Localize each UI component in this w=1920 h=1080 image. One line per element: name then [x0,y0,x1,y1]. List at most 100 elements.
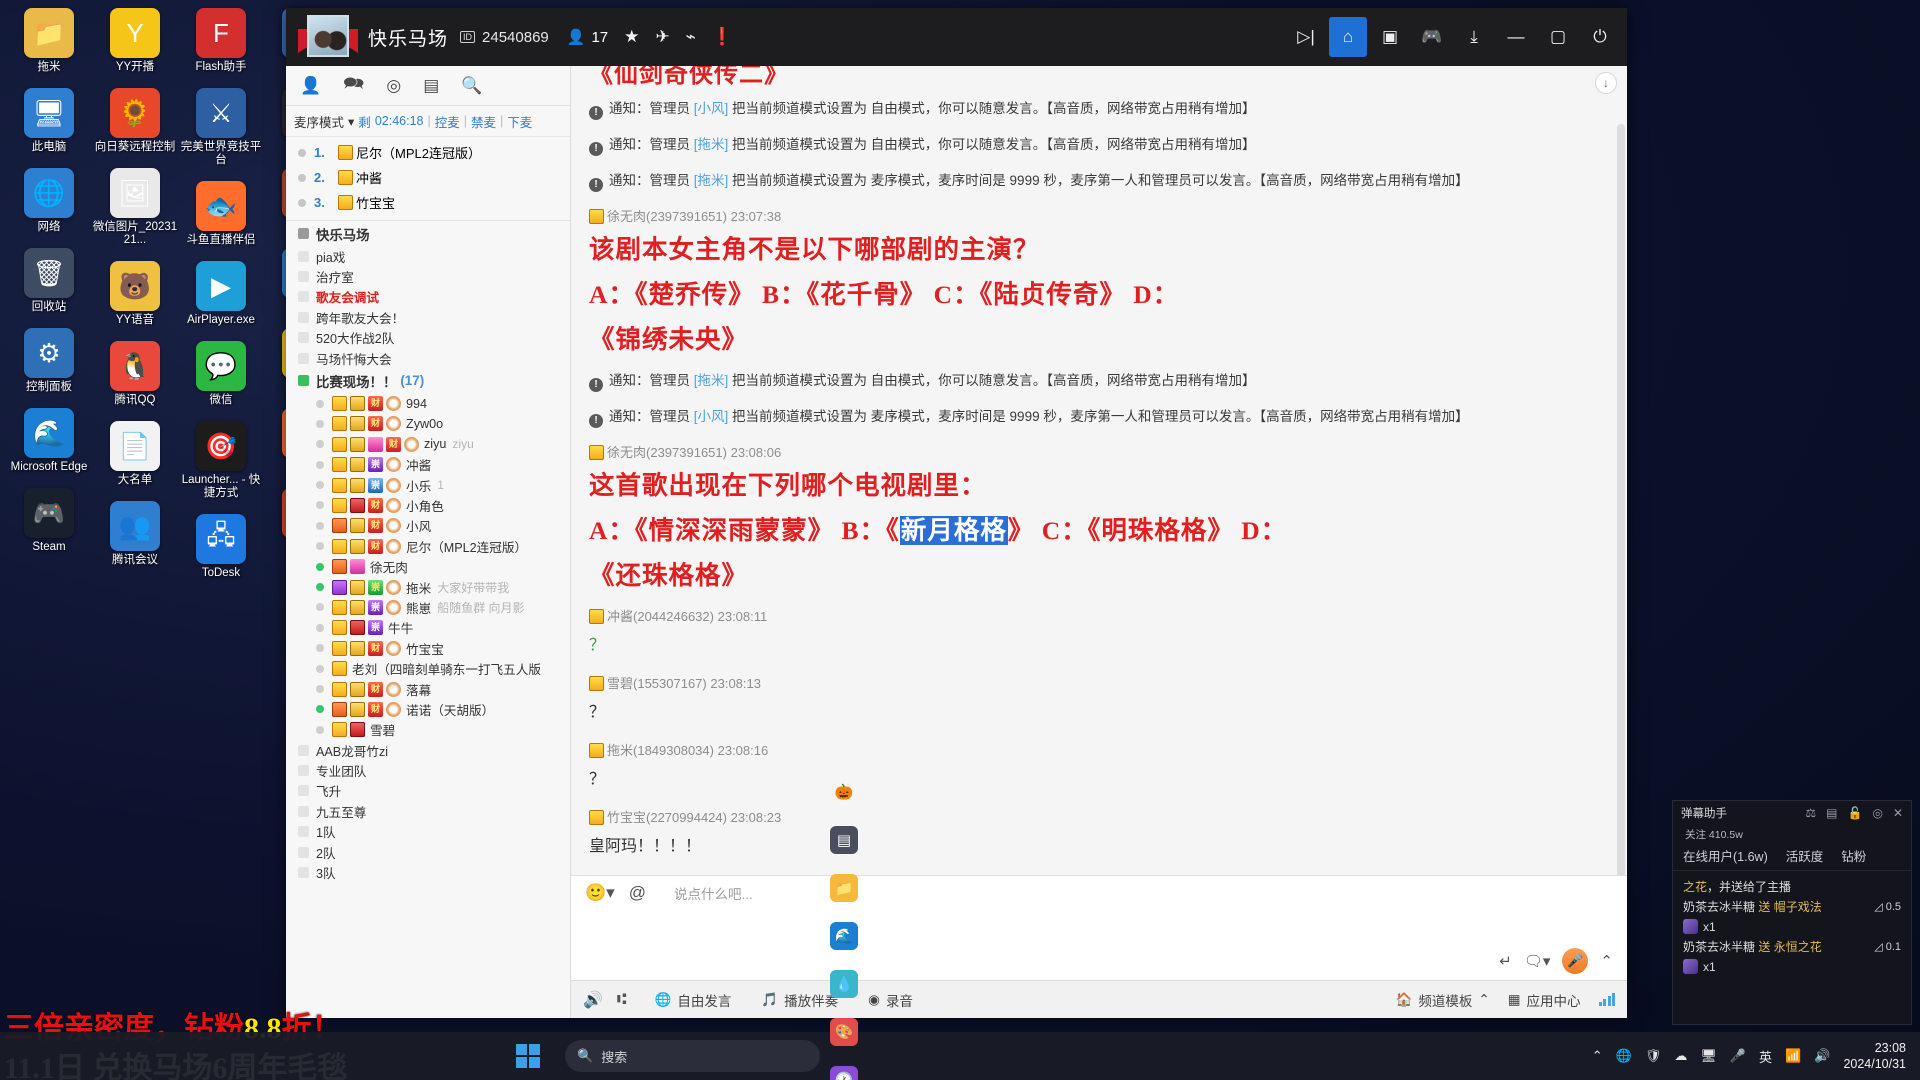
chat-bubble-icon[interactable]: 🗨▾ [1524,952,1551,970]
file-explorer-icon[interactable]: 📁 [820,864,868,912]
notice-nickname[interactable]: [拖米] [694,373,729,388]
member-item[interactable]: 崇 小乐 1 [286,475,570,495]
alert-icon[interactable]: ❗ [712,27,733,47]
member-item[interactable]: 徐无肉 [286,556,570,576]
channel-item[interactable]: 专业团队 [286,760,570,780]
desktop-icon[interactable]: 👥 腾讯会议 [92,501,178,567]
desktop-icon[interactable]: ⚙ 控制面板 [6,328,92,394]
channel-item[interactable]: pia戏 [286,246,570,266]
scroll-to-bottom-button[interactable]: ↓ [1595,72,1617,94]
member-item[interactable]: 财 尼尔（MPL2连冠版） [286,536,570,556]
channel-template-button[interactable]: 🏠 频道模板 ⌃ [1396,990,1490,1010]
monitor-icon[interactable]: 🖥 [1700,1048,1717,1064]
chat-icon[interactable]: 🗪 [343,71,364,100]
desktop-icon[interactable]: ▶ AirPlayer.exe [178,261,264,327]
notice-nickname[interactable]: [小风] [694,409,729,424]
member-item[interactable]: 财 诺诺（天胡版） [286,699,570,719]
home-icon[interactable]: ⌂ [1329,17,1367,57]
desktop-icon[interactable]: 💬 微信 [178,341,264,407]
chevron-up-icon[interactable]: ⌃ [1592,1048,1603,1064]
tab-diamond-fans[interactable]: 钻粉 [1841,846,1866,865]
filter-icon[interactable]: ⚖ [1805,806,1816,820]
star-icon[interactable]: ★ [624,27,639,47]
mic-mode-label[interactable]: 麦序模式 [294,112,344,131]
desktop-icon[interactable]: 🎮 Steam [6,488,92,554]
desktop-icon[interactable]: 📄 大名单 [92,421,178,487]
selected-text[interactable]: 新月格格 [899,516,1008,545]
member-item[interactable]: 财 竹宝宝 [286,638,570,658]
desktop-icon[interactable]: 🖧 ToDesk [178,514,264,580]
desktop-icon[interactable]: Y YY开播 [92,8,178,74]
member-item[interactable]: 崇 冲酱 [286,455,570,475]
clock-icon[interactable]: 🕐 [820,1056,868,1080]
member-item[interactable]: 财 ziyu ziyu [286,434,570,454]
desktop-icon[interactable]: 🖼 微信图片_2023121... [92,168,178,247]
desktop-icon[interactable]: 🌻 向日葵远程控制 [92,88,178,154]
settings-icon[interactable]: ◎ [1872,806,1882,820]
list-icon[interactable]: ▤ [423,76,439,96]
mic-control-button[interactable]: 控麦 [435,112,460,131]
desktop-icon[interactable]: 🗑 回收站 [6,248,92,314]
channel-item[interactable]: 飞升 [286,781,570,801]
channel-item[interactable]: 2队 [286,842,570,862]
volume-icon[interactable]: 🔊 [583,990,603,1010]
chevron-up-icon[interactable]: ⌃ [1600,952,1613,970]
member-item[interactable]: 崇牛牛 [286,618,570,638]
windows-icon[interactable] [505,1032,551,1080]
member-item[interactable]: 财 小角色 [286,495,570,515]
game-icon[interactable]: 🎮 [1413,17,1451,57]
at-icon[interactable]: @ [629,883,646,903]
channel-item[interactable]: 3队 [286,862,570,882]
channel-item[interactable]: AAB龙哥竹zi [286,740,570,760]
gift-sender[interactable]: 奶茶去冰半糖 [1683,940,1755,954]
notice-nickname[interactable]: [小风] [694,101,729,116]
member-item[interactable]: 崇 熊崽 船随鱼群 向月影 [286,597,570,617]
message-author[interactable]: 徐无肉 [607,209,646,224]
member-item[interactable]: 老刘（四暗刻单骑东一打飞五人版 [286,658,570,678]
download-icon[interactable]: ⤓ [1455,17,1493,57]
maximize-button[interactable]: ▢ [1539,17,1577,57]
desktop-icon[interactable]: ⚔ 完美世界竞技平台 [178,88,264,167]
channel-item[interactable]: 跨年歌友大会！ [286,307,570,327]
channel-avatar[interactable] [298,13,358,61]
chevron-down-icon[interactable]: ▾ [348,114,354,129]
location-icon[interactable]: ◎ [386,76,401,96]
window-icon[interactable]: ▤ [1826,806,1837,820]
mic-off-button[interactable]: 下麦 [507,112,532,131]
channel-item[interactable]: 歌友会调试 [286,287,570,307]
notice-nickname[interactable]: [拖米] [694,137,729,152]
member-item[interactable]: 崇 拖米 大家好带带我 [286,577,570,597]
desktop-icon[interactable]: F Flash助手 [178,8,264,74]
clock[interactable]: 23:08 2024/10/31 [1843,1040,1906,1072]
member-item[interactable]: 财 小风 [286,516,570,536]
chat-scrollbar[interactable] [1617,124,1625,875]
cloud-icon[interactable]: ☁ [1674,1048,1687,1064]
message-author[interactable]: 冲酱 [607,609,633,624]
mic-queue-item[interactable]: 2. 冲酱 [286,165,570,190]
pumpkin-icon[interactable]: 🎃 [820,768,868,816]
desktop-icon[interactable]: 📁 拖米 [6,8,92,74]
member-item[interactable]: 雪碧 [286,720,570,740]
search-input[interactable]: 🔍 搜索 [565,1040,820,1072]
task-view-icon[interactable]: ▤ [820,816,868,864]
screen-icon[interactable]: ▷| [1287,17,1325,57]
lock-icon[interactable]: 🔓 [1848,806,1863,820]
app-center-button[interactable]: ▦ 应用中心 [1508,990,1581,1010]
record-button[interactable]: ◉ 录音 [868,990,913,1010]
channel-item[interactable]: 马场忏悔大会 [286,348,570,368]
tab-online-users[interactable]: 在线用户(1.6w) [1683,846,1768,865]
airplane-icon[interactable]: ✈ [655,27,669,47]
share-icon[interactable]: ⌁ [686,27,696,47]
member-item[interactable]: 财 落幕 [286,679,570,699]
minimize-button[interactable]: — [1497,17,1535,57]
message-input[interactable]: 说点什么吧... [674,883,753,903]
free-speech-button[interactable]: 🌐 自由发言 [655,990,732,1010]
channel-tree[interactable]: 快乐马场 pia戏 治疗室 歌友会调试 跨年歌友大会！ 520大作战2队 马场忏悔大会 比赛现… [286,221,570,1018]
tab-activity[interactable]: 活跃度 [1786,846,1824,865]
mic-mute-button[interactable]: 禁麦 [471,112,496,131]
edge-icon[interactable]: 🌊 [820,912,868,960]
board-icon[interactable]: ▣ [1371,17,1409,57]
enter-icon[interactable]: ↵ [1499,952,1512,970]
channel-item[interactable]: 九五至尊 [286,801,570,821]
desktop-icon[interactable]: 🎯 Launcher... - 快捷方式 [178,421,264,500]
